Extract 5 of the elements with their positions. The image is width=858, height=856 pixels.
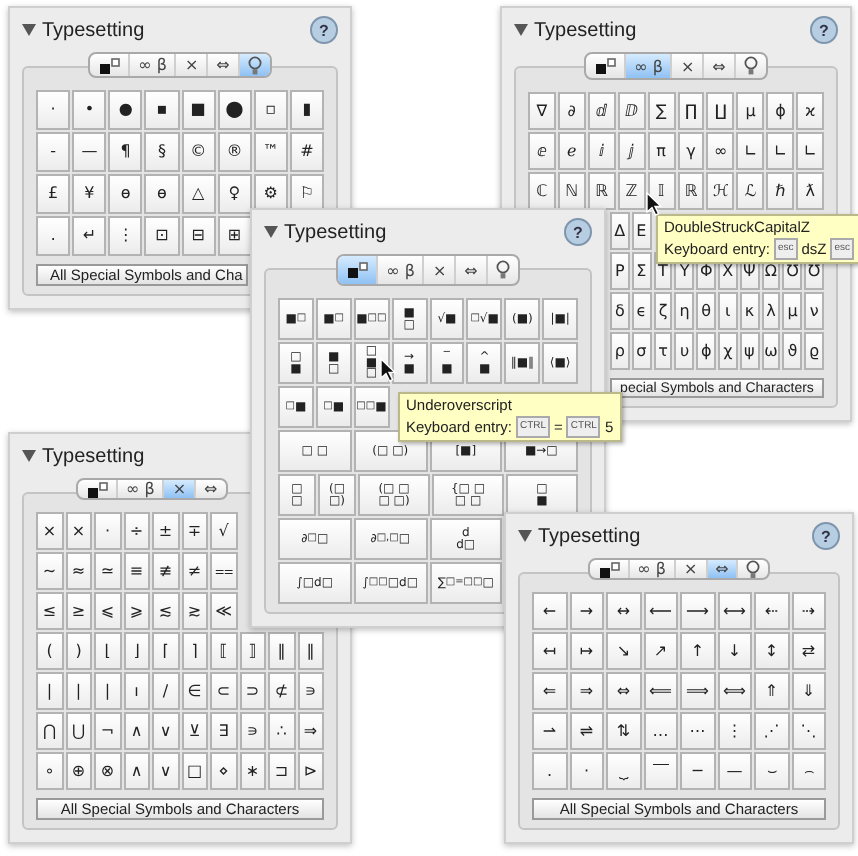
palette-title: Typesetting	[284, 221, 387, 243]
palette-title: Typesetting	[538, 525, 641, 547]
palette-title: Typesetting	[42, 19, 145, 41]
palette-title: Typesetting	[534, 19, 637, 41]
palette-title: Typesetting	[42, 445, 145, 467]
